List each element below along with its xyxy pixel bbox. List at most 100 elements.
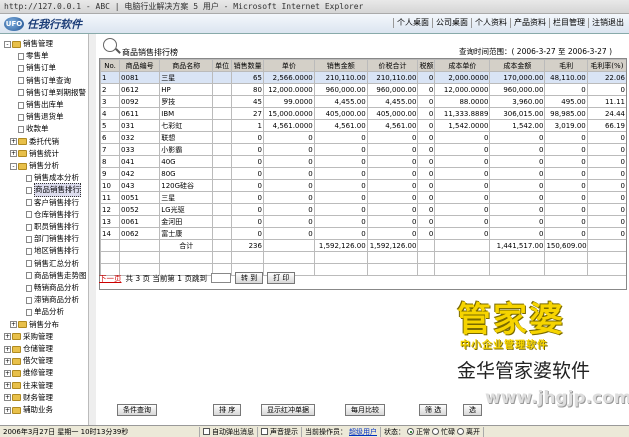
show-red-button[interactable]: 显示红冲单据	[261, 404, 315, 416]
expand-icon[interactable]: +	[4, 333, 11, 341]
sidebar-item[interactable]: 销售汇总分析	[26, 258, 79, 270]
column-header[interactable]: 毛利率(%)	[586, 59, 626, 72]
expand-icon[interactable]: +	[10, 321, 17, 329]
expand-icon[interactable]: +	[4, 382, 11, 390]
table-row[interactable]: 13 0061 金河田 0 0 0 0 0 0 0 0 0	[100, 215, 626, 228]
table-row[interactable]: 8 041 40G 0 0 0 0 0 0 0 0 0	[100, 155, 626, 168]
expand-icon[interactable]: +	[10, 150, 17, 158]
sidebar-item[interactable]: 销售出库单	[18, 99, 64, 111]
operator-name[interactable]: 超级用户	[349, 427, 377, 437]
page-number-input[interactable]	[210, 273, 231, 283]
sidebar-item[interactable]: + 销售统计	[10, 148, 59, 160]
expand-icon[interactable]: +	[4, 406, 11, 414]
table-row[interactable]: 6 032 联想 0 0 0 0 0 0 0 0 0	[100, 131, 626, 144]
sidebar-item[interactable]: 商品销售走势图	[26, 270, 87, 282]
nav-logout[interactable]: 注销退出	[588, 18, 627, 28]
select-button[interactable]: 选	[463, 404, 482, 416]
table-row[interactable]: 14 0062 富士康 0 0 0 0 0 0 0 0 0	[100, 227, 626, 240]
expand-icon[interactable]: +	[4, 345, 11, 353]
column-header[interactable]: 商品名称	[159, 59, 214, 72]
column-header[interactable]: 商品编号	[119, 59, 161, 72]
sidebar-item[interactable]: + 仓储管理	[4, 343, 53, 355]
table-cell: 0081	[119, 71, 161, 84]
nav-column-manage[interactable]: 栏目管理	[549, 18, 588, 28]
ranking-grid[interactable]: No. 商品编号 商品名称 单位 销售数量 单价 销售金额 价税合计 税额 成本单价 成本金额 毛利毛…	[99, 58, 627, 290]
state-away-radio[interactable]	[457, 428, 464, 435]
folder-icon	[18, 162, 27, 170]
sidebar-item[interactable]: 销售订单到期报警	[18, 87, 86, 99]
sort-button[interactable]: 排 序	[213, 404, 242, 416]
sidebar-item[interactable]: 收款单	[18, 123, 49, 135]
column-header[interactable]: 税额	[417, 59, 436, 72]
table-row[interactable]: 10 043 120G硅谷 0 0 0 0 0 0 0 0 0	[100, 179, 626, 192]
sidebar-item[interactable]: 零售单	[18, 50, 49, 62]
expand-icon[interactable]: +	[4, 394, 11, 402]
auto-popup-toggle[interactable]: 自动弹出消息	[200, 426, 258, 437]
state-busy-radio[interactable]	[432, 428, 439, 435]
filter-button[interactable]: 筛 选	[419, 404, 448, 416]
table-row[interactable]: 1 0081 三星 65 2,566.0000 210,110.00 210,110.00 0…	[100, 71, 626, 84]
expand-icon[interactable]: +	[4, 357, 11, 365]
sidebar-item[interactable]: 职员销售排行	[26, 221, 79, 233]
column-header[interactable]: 单价	[262, 59, 315, 72]
sidebar-item[interactable]: 销售订单查询	[18, 75, 71, 87]
sidebar-item[interactable]: 滞销商品分析	[26, 294, 79, 306]
table-row[interactable]: 12 0052 LG光驱 0 0 0 0 0 0 0 0 0	[100, 203, 626, 216]
sidebar-item[interactable]: + 委托代销	[10, 136, 59, 148]
monthly-compare-button[interactable]: 每月比较	[345, 404, 385, 416]
nav-personal-info[interactable]: 个人资料	[471, 18, 510, 28]
sidebar-item[interactable]: 部门销售排行	[26, 233, 79, 245]
sidebar-item[interactable]: + 财务管理	[4, 392, 53, 404]
sidebar-item[interactable]: + 借欠管理	[4, 355, 53, 367]
sidebar-item[interactable]: - 销售分析	[10, 160, 59, 172]
column-header[interactable]: 销售数量	[231, 59, 264, 72]
sidebar-item[interactable]: 畅销商品分析	[26, 282, 79, 294]
table-row[interactable]: 11 0051 三星 0 0 0 0 0 0 0 0 0	[100, 191, 626, 204]
state-normal-radio[interactable]	[407, 428, 414, 435]
table-row[interactable]: 9 042 80G 0 0 0 0 0 0 0 0 0	[100, 167, 626, 180]
nav-company-desktop[interactable]: 公司桌面	[432, 18, 471, 28]
expand-icon[interactable]: +	[4, 369, 11, 377]
sidebar-item[interactable]: + 维修管理	[4, 367, 53, 379]
table-row[interactable]: 2 0612 HP 80 12,000.0000 960,000.00 960,000.00…	[100, 83, 626, 96]
next-page-link[interactable]: 下一页	[99, 273, 122, 284]
sidebar-item[interactable]: 销售成本分析	[26, 172, 79, 184]
print-button[interactable]: 打 印	[267, 272, 296, 284]
sidebar-item[interactable]: + 采购管理	[4, 331, 53, 343]
nav-product-info[interactable]: 产品资料	[510, 18, 549, 28]
sidebar-item[interactable]: 地区销售排行	[26, 245, 79, 257]
collapse-icon[interactable]: -	[10, 162, 17, 170]
sidebar-item[interactable]: 销售退货单	[18, 111, 64, 123]
sound-toggle[interactable]: 声音提示	[258, 426, 302, 437]
collapse-icon[interactable]: -	[4, 40, 11, 48]
column-header[interactable]: No.	[100, 59, 121, 72]
column-header[interactable]: 毛利	[544, 59, 588, 72]
goto-button[interactable]: 转 到	[234, 272, 264, 284]
document-icon	[18, 77, 24, 85]
condition-query-button[interactable]: 条件查询	[117, 404, 157, 416]
sidebar-item[interactable]: 商品销售排行	[26, 183, 81, 198]
column-header[interactable]: 价税合计	[366, 59, 419, 72]
sidebar-item[interactable]: 仓库销售排行	[26, 209, 79, 221]
table-cell: 3,960.00	[489, 95, 546, 108]
column-header[interactable]: 成本单价	[434, 59, 491, 72]
sidebar-scrollbar[interactable]	[88, 34, 96, 425]
sidebar-item-label: 借欠管理	[23, 356, 53, 366]
column-header[interactable]: 成本金额	[489, 59, 546, 72]
sidebar-item[interactable]: - 销售管理	[4, 38, 53, 50]
sidebar-item[interactable]: 销售订单	[18, 62, 56, 74]
column-header[interactable]: 销售金额	[313, 59, 368, 72]
sidebar-item[interactable]: + 辅助业务	[4, 404, 53, 416]
nav-personal-desktop[interactable]: 个人桌面	[393, 18, 432, 28]
expand-icon[interactable]: +	[10, 138, 17, 146]
sidebar-item[interactable]: 单品分析	[26, 306, 64, 318]
column-header[interactable]: 单位	[212, 59, 233, 72]
sidebar-item[interactable]: 客户销售排行	[26, 197, 79, 209]
table-cell: 联想	[159, 131, 214, 144]
table-row[interactable]: 3 0092 罗技 45 99.0000 4,455.00 4,455.00 0 88.0000…	[100, 95, 626, 108]
table-row[interactable]: 7 033 小影霸 0 0 0 0 0 0 0 0 0	[100, 143, 626, 156]
sidebar-item[interactable]: + 往来管理	[4, 380, 53, 392]
table-row[interactable]: 4 0611 IBM 27 15,000.0000 405,000.00 405,000.0…	[100, 107, 626, 120]
sidebar-item[interactable]: + 销售分布	[10, 319, 59, 331]
table-row[interactable]: 5 031 七彩虹 1 4,561.0000 4,561.00 4,561.00 0 1,542…	[100, 119, 626, 132]
